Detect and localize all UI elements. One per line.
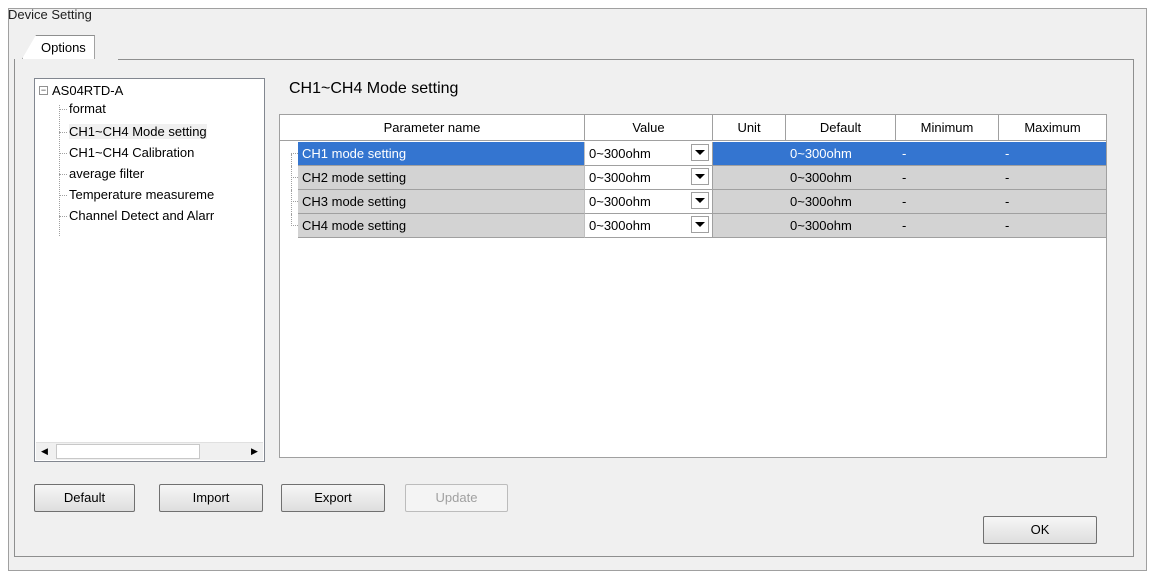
page-title: CH1~CH4 Mode setting — [289, 80, 459, 97]
tree-item-label: CH1~CH4 Calibration — [69, 145, 195, 160]
row-minimum: - — [896, 190, 999, 214]
parameter-table: Parameter name Value Unit Default Minimu… — [279, 114, 1107, 458]
tree-item-temperature-measurement[interactable]: Temperature measureme — [59, 185, 214, 205]
row-default: 0~300ohm — [786, 214, 896, 238]
table-row[interactable]: CH2 mode setting 0~300ohm 0~300ohm - - — [280, 166, 1106, 190]
settings-tree[interactable]: − AS04RTD-A format CH1~CH4 Mode setting … — [34, 78, 265, 462]
column-header-maximum: Maximum — [1024, 120, 1081, 135]
value-dropdown[interactable]: 0~300ohm — [585, 190, 713, 214]
tree-horizontal-scrollbar[interactable]: ◀ ▶ — [36, 442, 263, 460]
row-tree-connector — [284, 166, 298, 190]
row-unit — [713, 166, 786, 190]
column-header-value: Value — [585, 115, 713, 140]
value-dropdown[interactable]: 0~300ohm — [585, 142, 713, 166]
row-tree-connector — [284, 214, 298, 238]
scroll-left-icon[interactable]: ◀ — [36, 443, 53, 460]
tree-item-label: format — [69, 101, 106, 116]
tree-item-format[interactable]: format — [59, 99, 106, 119]
value-dropdown-text: 0~300ohm — [589, 170, 651, 185]
tree-item-label: average filter — [69, 166, 145, 181]
tab-strip-line — [118, 59, 1134, 60]
chevron-down-icon[interactable] — [691, 192, 709, 209]
tree-item-calibration[interactable]: CH1~CH4 Calibration — [59, 143, 194, 163]
row-minimum: - — [896, 214, 999, 238]
column-header-default: Default — [786, 115, 896, 140]
row-parameter-name: CH3 mode setting — [298, 190, 585, 214]
row-default: 0~300ohm — [786, 142, 896, 166]
row-tree-connector — [284, 190, 298, 214]
tree-root-node[interactable]: − AS04RTD-A — [39, 83, 123, 98]
value-dropdown-text: 0~300ohm — [589, 146, 651, 161]
window-title: Device Setting — [8, 7, 92, 22]
row-minimum: - — [896, 142, 999, 166]
tree-item-channel-detect-alarm[interactable]: Channel Detect and Alarr — [59, 206, 214, 226]
column-header-minimum: Minimum — [896, 115, 999, 140]
row-maximum: - — [999, 214, 1106, 238]
chevron-down-icon[interactable] — [691, 216, 709, 233]
scroll-right-icon[interactable]: ▶ — [246, 443, 263, 460]
value-dropdown[interactable]: 0~300ohm — [585, 214, 713, 238]
table-row[interactable]: CH3 mode setting 0~300ohm 0~300ohm - - — [280, 190, 1106, 214]
ok-button[interactable]: OK — [983, 516, 1097, 544]
import-button[interactable]: Import — [159, 484, 263, 512]
chevron-down-icon[interactable] — [691, 144, 709, 161]
row-default-text: 0~300ohm — [790, 194, 852, 209]
value-dropdown-text: 0~300ohm — [589, 218, 651, 233]
row-maximum: - — [999, 166, 1106, 190]
tree-item-label: CH1~CH4 Mode setting — [69, 124, 207, 139]
tree-item-average-filter[interactable]: average filter — [59, 164, 144, 184]
row-unit — [713, 214, 786, 238]
default-button[interactable]: Default — [34, 484, 135, 512]
tree-root-label: AS04RTD-A — [52, 83, 124, 98]
table-header: Parameter name Value Unit Default Minimu… — [280, 115, 1106, 141]
row-default: 0~300ohm — [786, 190, 896, 214]
row-unit — [713, 142, 786, 166]
row-parameter-name: CH1 mode setting — [298, 142, 585, 166]
tree-item-label: Temperature measureme — [69, 187, 215, 202]
update-button[interactable]: Update — [405, 484, 508, 512]
table-row[interactable]: CH4 mode setting 0~300ohm 0~300ohm - - — [280, 214, 1106, 238]
chevron-down-icon[interactable] — [691, 168, 709, 185]
row-minimum: - — [896, 166, 999, 190]
row-parameter-name: CH4 mode setting — [298, 214, 585, 238]
row-tree-connector — [284, 142, 298, 166]
tree-item-label: Channel Detect and Alarr — [69, 208, 215, 223]
row-default-text: 0~300ohm — [790, 146, 852, 161]
row-parameter-name: CH2 mode setting — [298, 166, 585, 190]
column-header-parameter-name: Parameter name — [280, 115, 585, 140]
value-dropdown[interactable]: 0~300ohm — [585, 166, 713, 190]
row-maximum: - — [999, 142, 1106, 166]
row-default-text: 0~300ohm — [790, 218, 852, 233]
row-default: 0~300ohm — [786, 166, 896, 190]
tree-item-mode-setting[interactable]: CH1~CH4 Mode setting — [59, 122, 207, 142]
scrollbar-thumb[interactable] — [56, 444, 200, 459]
value-dropdown-text: 0~300ohm — [589, 194, 651, 209]
row-maximum: - — [999, 190, 1106, 214]
table-row[interactable]: CH1 mode setting 0~300ohm 0~300ohm - - — [280, 142, 1106, 166]
row-unit — [713, 190, 786, 214]
export-button[interactable]: Export — [281, 484, 385, 512]
collapse-icon[interactable]: − — [39, 86, 48, 95]
column-header-unit: Unit — [713, 115, 786, 140]
row-default-text: 0~300ohm — [790, 170, 852, 185]
